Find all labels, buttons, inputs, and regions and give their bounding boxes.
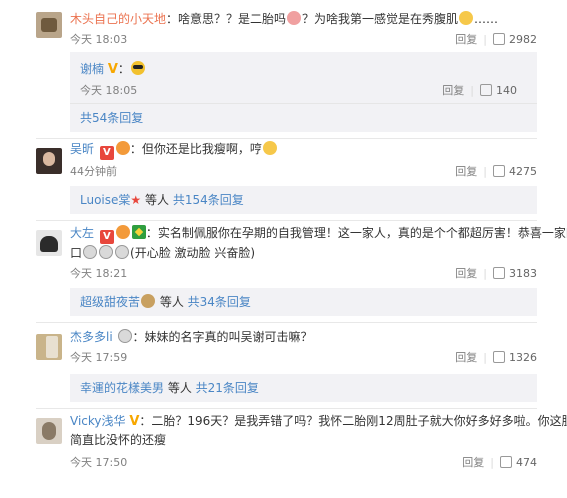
divider: | [483,33,487,46]
reply-count[interactable]: 共34条回复 [188,295,251,309]
avatar[interactable] [36,334,62,360]
verified-badge-icon: V [129,414,140,429]
sub-replies: 谢楠 V： 今天 18:05 回复 | 140 共54条回复 [70,52,537,132]
avatar[interactable] [36,418,62,444]
thumbs-up-icon[interactable] [493,351,505,363]
panda-emoji-icon [117,329,132,343]
reply-text: ： [117,62,130,76]
sunglasses-emoji-icon [130,61,145,75]
thumbs-up-icon[interactable] [500,456,512,468]
reply-username[interactable]: 谢楠 [80,62,104,76]
emoji-icon [287,11,302,25]
comment-time: 今天 18:03 [70,33,128,46]
others-label: 等人 [164,381,196,395]
reply-button[interactable]: 回复 [455,351,477,364]
comment-text: ：实名制佩服你在孕期的自我管理！这一家人，真的是个个都超厉害！恭喜一家四 [145,226,567,240]
reply-username[interactable]: 超级甜夜苦 [80,295,140,309]
like-count[interactable]: 3183 [509,267,537,280]
divider [36,220,537,221]
comment-text: ：但你还是比我瘦啊，哼 [129,142,262,156]
comment-username[interactable]: 大左 [70,226,94,240]
sub-replies: 超级甜夜苦 等人 共34条回复 [70,288,537,316]
brazil-flag-icon [131,225,146,239]
comment-text-tail: …… [474,12,499,26]
sub-replies: Luoise棠★ 等人 共154条回复 [70,186,537,214]
like-count[interactable]: 140 [496,84,517,97]
comment-text: ：二胎？196天？是我弄错了吗？我怀二胎刚12周肚子就大你好多好多啦。你这肚子 [139,414,567,428]
reply-button[interactable]: 回复 [455,267,477,280]
reply-count[interactable]: 共21条回复 [196,381,259,395]
comment-username[interactable]: 木头自己的小天地 [70,12,166,26]
reply-button[interactable]: 回复 [455,165,477,178]
others-label: 等人 [141,193,173,207]
verified-badge-icon: V [99,146,114,160]
divider: | [470,84,474,97]
emoji-icon [115,245,130,259]
divider: | [483,351,487,364]
comment-time: 今天 17:50 [70,456,128,469]
emoji-icon [262,141,277,155]
like-count[interactable]: 474 [516,456,537,469]
comment-username[interactable]: 杰多多li [70,330,113,344]
divider: | [483,267,487,280]
more-replies-link[interactable]: 超级甜夜苦 等人 共34条回复 [70,288,537,316]
reply-username[interactable]: Luoise棠 [80,193,130,207]
emoji-icon [83,245,98,259]
more-replies-link[interactable]: Luoise棠★ 等人 共154条回复 [70,186,537,214]
emoji-icon [99,245,114,259]
reply-username[interactable]: 幸運的花樣美男 [80,381,164,395]
reply-button[interactable]: 回复 [462,456,484,469]
star-icon: ★ [130,193,142,207]
thumbs-up-icon[interactable] [493,165,505,177]
comment-time: 今天 18:21 [70,267,128,280]
verified-badge-icon: V [107,62,118,77]
comment-username[interactable]: Vicky浅华 [70,414,126,428]
divider [36,408,537,409]
comment-time: 今天 17:59 [70,351,128,364]
more-replies-link[interactable]: 幸運的花樣美男 等人 共21条回复 [70,374,537,402]
thumbs-up-icon[interactable] [493,267,505,279]
others-label: 等人 [156,295,188,309]
reply-button[interactable]: 回复 [455,33,477,46]
comment-username[interactable]: 吴昕 [70,142,94,156]
comment-text-cont: ？为啥我第一感觉是在秀腹肌 [302,12,459,26]
avatar[interactable] [36,230,62,256]
member-badge-icon [115,141,130,155]
thumbs-up-icon[interactable] [493,33,505,45]
sub-reply: 谢楠 V： 今天 18:05 回复 | 140 [70,52,537,104]
verified-badge-icon: V [99,230,114,244]
sub-replies: 幸運的花樣美男 等人 共21条回复 [70,374,537,402]
comment-list: 木头自己的小天地：啥意思？？是二胎吗 ？为啥我第一感觉是在秀腹肌 …… 今天 18:… [0,0,567,498]
reply-count[interactable]: 共154条回复 [173,193,244,207]
divider [36,322,537,323]
reply-time: 今天 18:05 [80,84,138,97]
like-count[interactable]: 2982 [509,33,537,46]
comment-text: ：妹妹的名字真的叫吴谢可击嘛？ [132,330,313,344]
avatar[interactable] [36,12,62,38]
like-count[interactable]: 1326 [509,351,537,364]
comment-text: ：啥意思？？是二胎吗 [166,12,287,26]
thumbs-up-icon[interactable] [480,84,492,96]
comment-text-line2: 口 [70,246,83,260]
emoji-icon [459,11,474,25]
avatar[interactable] [36,148,62,174]
divider: | [490,456,494,469]
divider: | [483,165,487,178]
more-replies-link[interactable]: 共54条回复 [70,104,537,132]
member-badge-icon [115,225,130,239]
divider [36,138,537,139]
emoji-icon [141,294,156,308]
comment-time: 44分钟前 [70,165,117,178]
reply-button[interactable]: 回复 [442,84,464,97]
like-count[interactable]: 4275 [509,165,537,178]
comment-text-line2: 简直比没怀的还瘦 [70,433,167,447]
comment-text-line2b: (开心脸 激动脸 兴奋脸) [130,246,256,260]
